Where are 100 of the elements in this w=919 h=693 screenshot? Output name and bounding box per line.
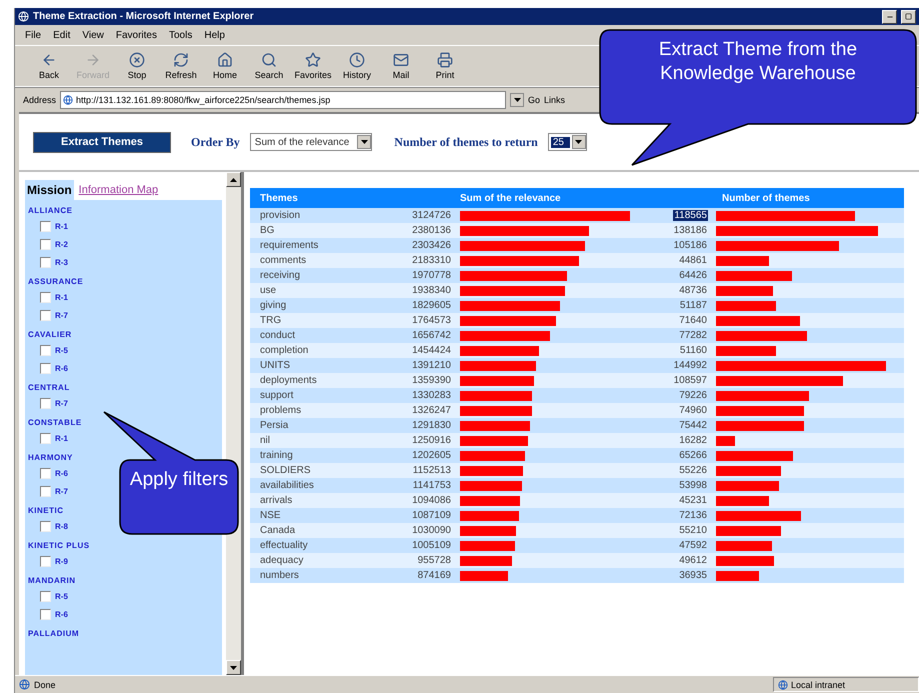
up-arrow-icon (230, 178, 237, 182)
down-arrow-icon (230, 666, 237, 670)
maximize-icon (905, 13, 912, 20)
toolbar-button[interactable]: Stop (115, 48, 159, 84)
checkbox[interactable] (40, 486, 51, 496)
checkbox[interactable] (40, 220, 51, 232)
toolbar-button[interactable]: Mail (379, 48, 423, 84)
checkbox[interactable] (40, 292, 51, 302)
checkbox[interactable] (40, 520, 51, 532)
count-value: 138186 (672, 225, 708, 236)
count-value: 48736 (678, 285, 708, 296)
extract-themes-button[interactable]: Extract Themes (33, 132, 171, 152)
checkbox[interactable] (40, 310, 51, 320)
count-value: 36935 (678, 570, 708, 581)
relevance-bar (460, 466, 523, 476)
relevance-value: 2303426 (411, 240, 452, 251)
checkbox[interactable] (40, 362, 51, 374)
globe-icon (18, 11, 29, 22)
relevance-bar (460, 436, 528, 446)
order-by-select[interactable]: Sum of the relevance (250, 133, 372, 151)
relevance-bar (460, 420, 530, 430)
toolbar-button[interactable]: History (335, 48, 379, 84)
checkbox-label: R-1 (55, 222, 68, 230)
toolbar-button[interactable]: Search (247, 48, 291, 84)
count-value: 71640 (678, 315, 708, 326)
count-value: 79226 (678, 390, 708, 401)
globe-icon (63, 95, 74, 105)
theme-count-select[interactable]: 25 (548, 133, 587, 151)
checkbox[interactable] (40, 556, 51, 566)
checkbox[interactable] (40, 238, 51, 250)
count-value: 74960 (678, 405, 708, 416)
menu-item[interactable]: File (25, 30, 42, 40)
checkbox-label: R-1 (55, 292, 68, 302)
theme-cell: problems (260, 405, 302, 416)
theme-cell: completion (260, 345, 308, 356)
toolbar-button[interactable]: Print (423, 48, 467, 84)
relevance-value: 1005109 (411, 540, 452, 551)
address-label: Address (23, 95, 56, 105)
go-button[interactable]: Go (528, 95, 540, 105)
minimize-button[interactable] (882, 10, 897, 24)
relevance-value: 3124726 (411, 210, 452, 221)
address-field[interactable]: http://131.132.161.89:8080/fkw_airforce225n/search/themes.jsp (60, 91, 506, 109)
theme-cell: effectuality (260, 540, 308, 551)
maximize-button[interactable] (901, 10, 916, 24)
checkbox[interactable] (40, 256, 51, 268)
relevance-value: 1202605 (411, 450, 452, 461)
printer-icon (437, 52, 453, 68)
theme-cell: SOLDIERS (260, 465, 311, 476)
checkbox-label: R-6 (55, 468, 68, 478)
checkbox[interactable] (40, 590, 51, 602)
toolbar-button[interactable]: Refresh (159, 48, 203, 84)
relevance-bar (460, 570, 508, 580)
stop-icon (129, 52, 145, 68)
menu-item[interactable]: View (82, 30, 104, 40)
search-icon (261, 52, 277, 68)
group-heading: MANDARIN (27, 575, 77, 587)
relevance-value: 1094086 (411, 495, 452, 506)
checkbox[interactable] (40, 432, 51, 444)
count-value: 47592 (678, 540, 708, 551)
relevance-bar (460, 406, 532, 416)
toolbar-button[interactable]: Back (27, 48, 71, 84)
group-heading: CONSTABLE (27, 417, 83, 429)
dropdown-button[interactable] (510, 93, 524, 107)
count-value: 44861 (678, 255, 708, 266)
relevance-value: 1829605 (411, 300, 452, 311)
checkbox[interactable] (40, 344, 51, 356)
dropdown-arrow-icon (575, 140, 582, 144)
count-bar (716, 526, 781, 536)
theme-cell: comments (260, 255, 306, 266)
count-bar (716, 466, 781, 476)
relevance-value: 1291830 (411, 420, 452, 431)
menu-item[interactable]: Edit (53, 30, 70, 40)
theme-cell: TRG (260, 315, 282, 326)
checkbox[interactable] (40, 608, 51, 620)
theme-cell: nil (260, 435, 270, 446)
sidebar-tab[interactable]: Mission (25, 180, 74, 200)
count-bar (716, 286, 773, 296)
checkbox[interactable] (40, 468, 51, 478)
count-value: 16282 (678, 435, 708, 446)
count-value: 75442 (678, 420, 708, 431)
checkbox-label: R-6 (55, 610, 68, 618)
toolbar-button[interactable]: Home (203, 48, 247, 84)
menu-item[interactable]: Favorites (116, 30, 157, 40)
relevance-value: 874169 (416, 570, 452, 581)
toolbar-button[interactable]: Favorites (291, 48, 335, 84)
theme-count-label: Number of themes to return (394, 134, 538, 150)
checkbox-label: R-7 (55, 486, 68, 496)
sidebar-tab[interactable]: Information Map (76, 181, 160, 199)
menu-item[interactable]: Tools (168, 30, 192, 40)
checkbox[interactable] (40, 398, 51, 408)
house-icon (217, 52, 233, 68)
dropdown-arrow-icon (360, 140, 368, 144)
menu-item[interactable]: Help (204, 30, 225, 40)
group-heading: HARMONY (27, 452, 74, 464)
theme-cell: provision (260, 210, 300, 221)
relevance-value: 1359390 (411, 375, 452, 386)
status-text: Done (34, 680, 56, 690)
links-label[interactable]: Links (544, 95, 566, 105)
group-heading: PALLADIUM (27, 628, 80, 640)
zone-text: Local intranet (791, 680, 846, 690)
